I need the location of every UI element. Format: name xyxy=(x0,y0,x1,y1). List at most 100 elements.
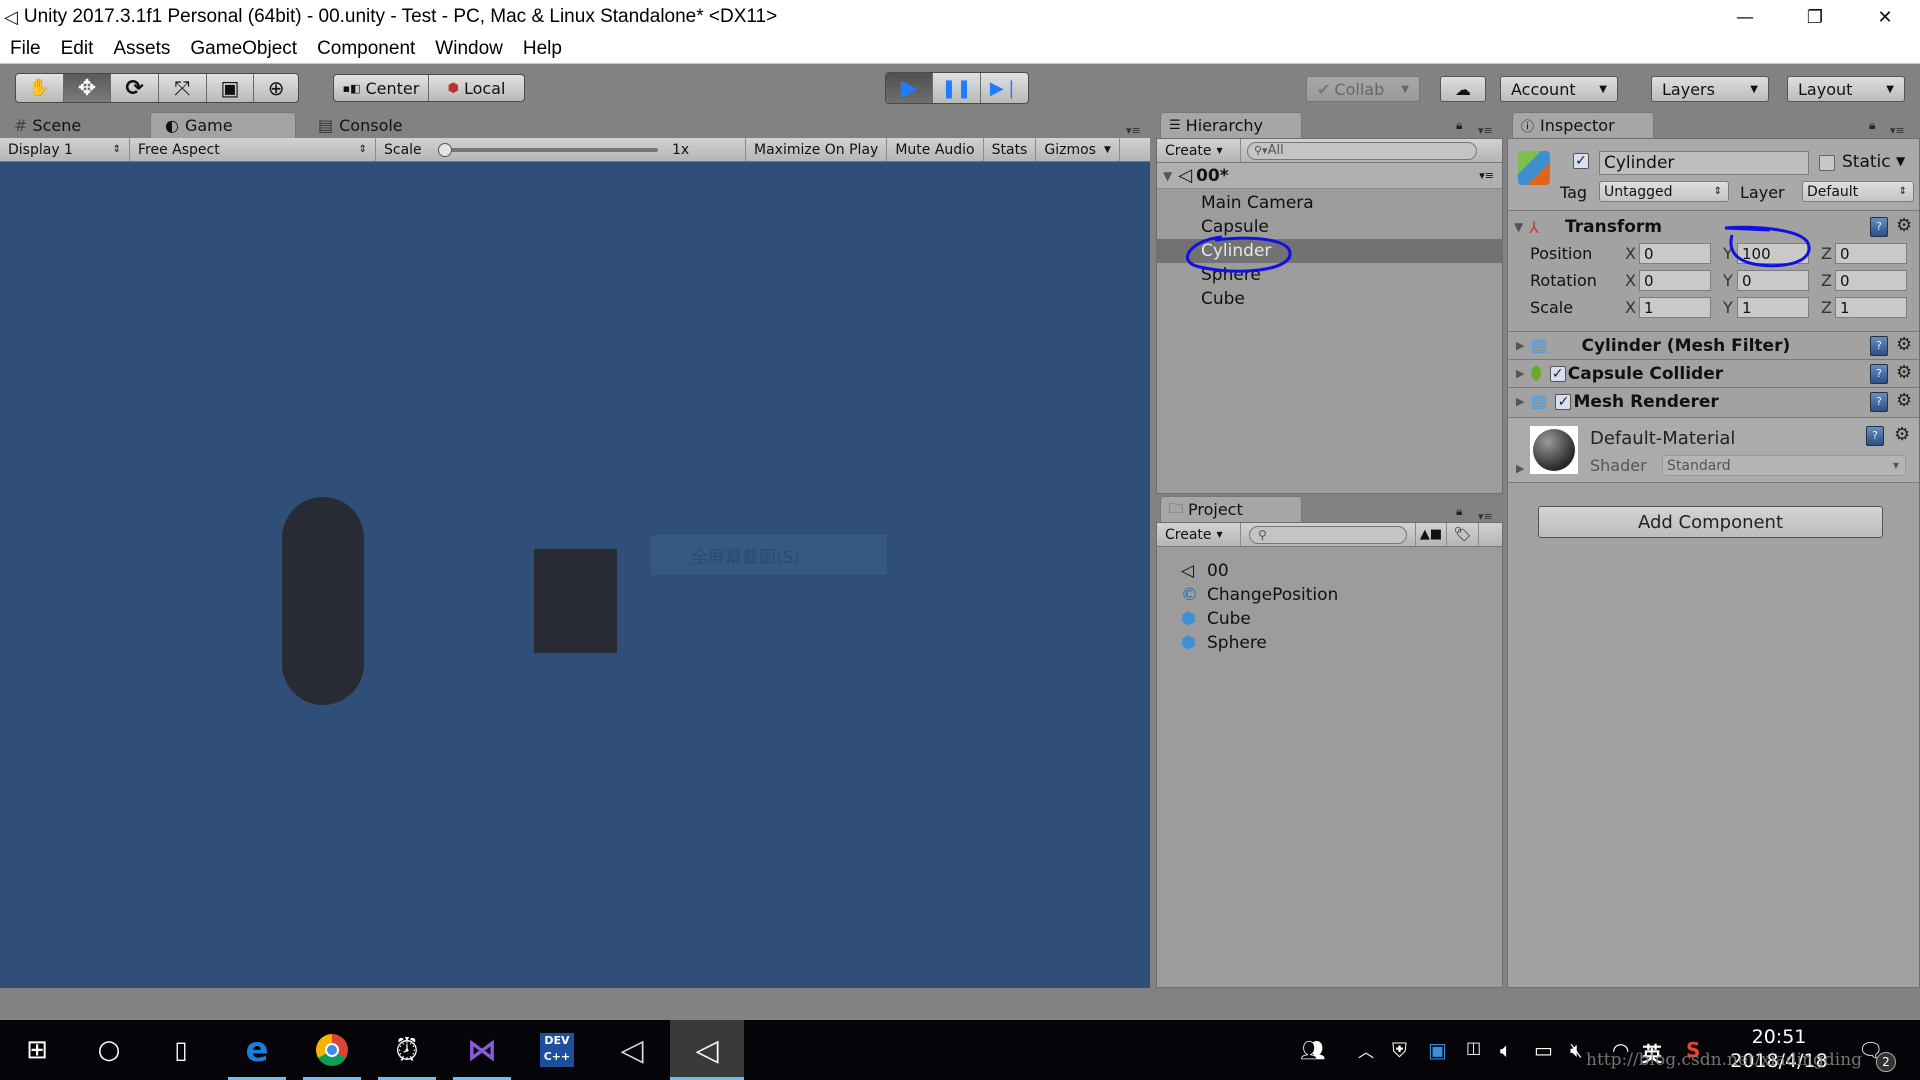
add-component-button[interactable]: Add Component xyxy=(1538,506,1883,538)
tab-hierarchy[interactable]: ☰ Hierarchy xyxy=(1160,112,1302,138)
scale-y-field[interactable]: 1 xyxy=(1737,297,1809,318)
panel-menu-icon[interactable]: ▾≡ xyxy=(1890,124,1905,137)
gizmos-toggle[interactable]: Gizmos ▼ xyxy=(1036,138,1120,161)
minimize-button[interactable]: — xyxy=(1710,0,1780,34)
gear-icon[interactable]: ⚙ xyxy=(1894,424,1910,445)
hierarchy-item[interactable]: Sphere xyxy=(1157,263,1502,287)
taskbar-alarm[interactable]: ⏰︎ xyxy=(370,1020,444,1080)
position-x-field[interactable]: 0 xyxy=(1639,243,1711,264)
project-item[interactable]: ⬢ Sphere xyxy=(1157,631,1502,655)
mute-audio-toggle[interactable]: Mute Audio xyxy=(887,138,984,161)
material-preview[interactable] xyxy=(1530,426,1578,474)
axis-label-z[interactable]: Z xyxy=(1821,271,1832,290)
cloud-button[interactable]: ☁ xyxy=(1440,76,1486,102)
filter-by-label-button[interactable]: 🏷︎ xyxy=(1447,523,1479,546)
active-checkbox[interactable]: ✓ xyxy=(1573,153,1589,169)
help-icon[interactable]: ? xyxy=(1870,336,1888,356)
hierarchy-create-button[interactable]: Create ▼ xyxy=(1157,139,1241,162)
pivot-local-button[interactable]: ⬢ Local xyxy=(429,75,524,101)
component-header[interactable]: ▶ ▦ Cylinder (Mesh Filter)? ⚙ xyxy=(1508,331,1919,359)
gear-icon[interactable]: ⚙ xyxy=(1896,362,1912,383)
project-item[interactable]: © ChangePosition xyxy=(1157,583,1502,607)
hierarchy-item[interactable]: Cylinder xyxy=(1157,239,1502,263)
tab-project[interactable]: 🗀 Project xyxy=(1160,496,1302,522)
help-icon[interactable]: ? xyxy=(1870,364,1888,384)
tab-game[interactable]: ◐ Game xyxy=(150,112,296,138)
collab-button[interactable]: ✔ Collab ▼ xyxy=(1306,76,1420,102)
gear-icon[interactable]: ⚙ xyxy=(1896,334,1912,355)
defender-shield-icon[interactable]: ⛨ xyxy=(1392,1038,1407,1062)
shader-dropdown[interactable]: Standard ▼ xyxy=(1662,455,1906,476)
layers-dropdown[interactable]: Layers ▼ xyxy=(1651,76,1769,102)
rect-tool-button[interactable]: ▣ xyxy=(207,74,255,102)
component-enabled-checkbox[interactable]: ✓ xyxy=(1549,365,1566,382)
taskbar-visual-studio[interactable]: ⋈ xyxy=(445,1020,519,1080)
taskbar-devcpp[interactable]: DEV C++ xyxy=(520,1020,594,1080)
display-dropdown[interactable]: Display 1 ⇕ xyxy=(0,138,130,161)
scale-z-field[interactable]: 1 xyxy=(1835,297,1907,318)
hierarchy-item[interactable]: Capsule xyxy=(1157,215,1502,239)
menu-assets[interactable]: Assets xyxy=(103,38,180,60)
hierarchy-search-input[interactable]: ⚲▾ All xyxy=(1247,141,1477,160)
axis-label-x[interactable]: X xyxy=(1625,298,1636,317)
axis-label-x[interactable]: X xyxy=(1625,271,1636,290)
component-enabled-checkbox[interactable]: ✓ xyxy=(1555,393,1572,410)
object-name-input[interactable]: Cylinder xyxy=(1599,151,1809,175)
project-search-input[interactable]: ⚲ xyxy=(1249,525,1407,544)
tag-dropdown[interactable]: Untagged ⇕ xyxy=(1599,181,1729,202)
layout-dropdown[interactable]: Layout ▼ xyxy=(1787,76,1905,102)
scene-header[interactable]: ▼ ◁ 00* ▾≡ xyxy=(1157,163,1502,189)
scale-slider-thumb[interactable] xyxy=(438,143,452,157)
help-icon[interactable]: ? xyxy=(1870,392,1888,412)
speaker-app-icon[interactable]: 🔈︎ xyxy=(1500,1038,1512,1062)
layer-dropdown[interactable]: Default ⇕ xyxy=(1802,181,1914,202)
task-view-button[interactable]: ▯ xyxy=(144,1020,218,1080)
static-checkbox[interactable] xyxy=(1819,155,1835,171)
start-button[interactable]: ⊞ xyxy=(0,1020,74,1080)
gear-icon[interactable]: ⚙ xyxy=(1896,390,1912,411)
axis-label-x[interactable]: X xyxy=(1625,244,1636,263)
gear-icon[interactable]: ⚙ xyxy=(1896,215,1912,236)
project-item[interactable]: ◁ 00 xyxy=(1157,559,1502,583)
aspect-dropdown[interactable]: Free Aspect ⇕ xyxy=(130,138,376,161)
volume-muted-icon[interactable]: 🔇︎ xyxy=(1570,1038,1583,1062)
game-view[interactable]: 全屏幕截图(S) xyxy=(0,162,1150,988)
expand-arrow-icon[interactable]: ▶ xyxy=(1516,462,1524,475)
position-z-field[interactable]: 0 xyxy=(1835,243,1907,264)
project-create-button[interactable]: Create ▼ xyxy=(1157,523,1241,546)
taskbar-chrome[interactable] xyxy=(295,1020,369,1080)
panel-menu-icon[interactable]: ▾≡ xyxy=(1126,124,1141,137)
close-button[interactable]: ✕ xyxy=(1850,0,1920,34)
axis-label-z[interactable]: Z xyxy=(1821,298,1832,317)
rotate-tool-button[interactable]: ⟳ xyxy=(111,74,159,102)
battery-icon[interactable]: ▭ xyxy=(1534,1038,1553,1062)
tab-console[interactable]: ▤ Console xyxy=(310,112,440,138)
lock-icon[interactable]: 🔒︎ xyxy=(1456,504,1462,519)
cortana-button[interactable]: ○ xyxy=(72,1020,146,1080)
maximize-on-play-toggle[interactable]: Maximize On Play xyxy=(746,138,888,161)
rotation-z-field[interactable]: 0 xyxy=(1835,270,1907,291)
help-icon[interactable]: ? xyxy=(1866,426,1884,446)
tab-inspector[interactable]: ⓘ Inspector xyxy=(1512,112,1654,138)
stats-toggle[interactable]: Stats xyxy=(984,138,1037,161)
hand-tool-button[interactable]: ✋ xyxy=(16,74,64,102)
intel-icon[interactable]: ▣ xyxy=(1428,1038,1447,1062)
static-dropdown-icon[interactable]: ▼ xyxy=(1896,154,1905,168)
menu-help[interactable]: Help xyxy=(513,38,572,60)
scale-tool-button[interactable]: ⤧ xyxy=(159,74,207,102)
taskbar-unity-hub[interactable]: ◁ xyxy=(595,1020,669,1080)
hierarchy-item[interactable]: Main Camera xyxy=(1157,191,1502,215)
lock-icon[interactable]: 🔒︎ xyxy=(1456,118,1462,133)
help-icon[interactable]: ? xyxy=(1870,217,1888,237)
move-tool-button[interactable]: ✥ xyxy=(63,74,112,102)
rotation-y-field[interactable]: 0 xyxy=(1737,270,1809,291)
menu-edit[interactable]: Edit xyxy=(51,38,104,60)
hierarchy-item[interactable]: Cube xyxy=(1157,287,1502,311)
show-hidden-icons-chevron[interactable]: ︿ xyxy=(1358,1038,1374,1062)
panel-menu-icon[interactable]: ▾≡ xyxy=(1478,124,1493,137)
tab-scene[interactable]: # Scene xyxy=(6,112,136,138)
axis-label-y[interactable]: Y xyxy=(1723,244,1733,263)
pause-button[interactable]: ❚❚ xyxy=(933,73,981,103)
scale-slider-track[interactable] xyxy=(438,148,658,152)
people-icon[interactable]: 👥︎ xyxy=(1300,1038,1325,1062)
